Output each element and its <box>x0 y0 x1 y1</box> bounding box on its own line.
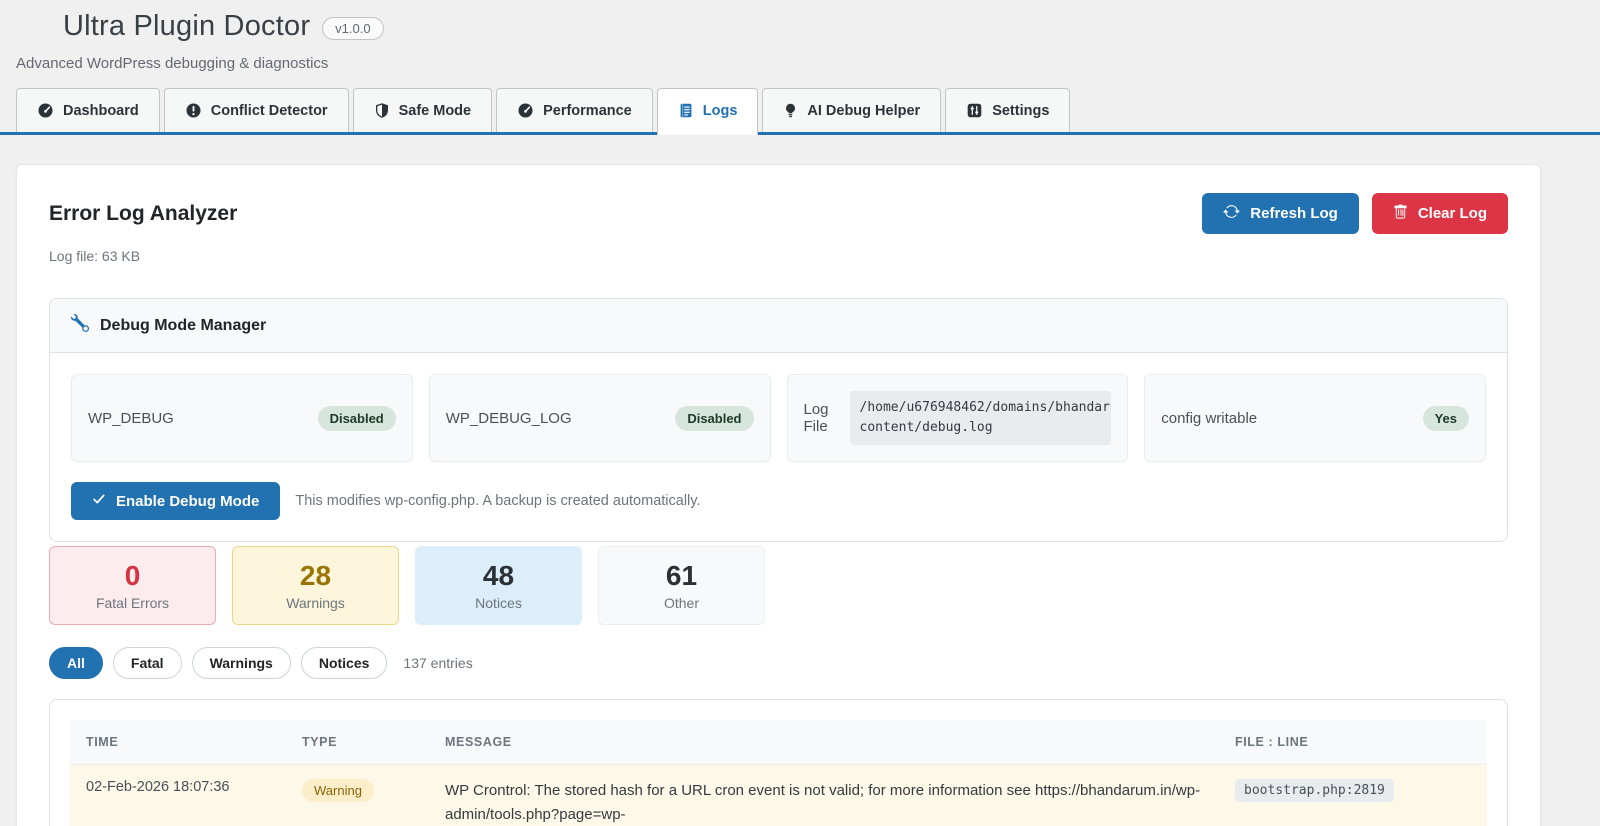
stat-card-warnings: 28 Warnings <box>232 546 399 626</box>
stat-value: 0 <box>124 560 141 592</box>
shield-icon <box>374 102 390 119</box>
column-header-message: MESSAGE <box>429 720 1219 765</box>
log-time: 02-Feb-2026 18:07:36 <box>70 764 286 826</box>
entries-count: 137 entries <box>403 655 473 672</box>
tab-label: Safe Mode <box>398 102 472 119</box>
stat-cards: 0 Fatal Errors 28 Warnings 48 Notices 61 Other <box>49 546 1508 626</box>
log-actions: Refresh Log Clear Log <box>1202 193 1508 234</box>
tab-label: Dashboard <box>63 102 139 119</box>
clear-log-label: Clear Log <box>1417 205 1487 222</box>
log-type-badge: Warning <box>302 779 374 803</box>
log-file-size: Log file: 63 KB <box>49 248 141 264</box>
journal-icon <box>678 102 694 119</box>
filter-pill-warnings[interactable]: Warnings <box>191 647 291 680</box>
enable-debug-label: Enable Debug Mode <box>116 492 260 510</box>
debug-item-wp-debug-log: WP_DEBUG_LOG Disabled <box>428 374 771 463</box>
stat-label: Other <box>663 595 699 612</box>
trash-icon <box>1393 204 1408 224</box>
sliders-icon <box>966 102 983 119</box>
wrench-icon <box>71 313 89 337</box>
tab-label: Conflict Detector <box>210 102 328 119</box>
log-file-line: bootstrap.php:2819 <box>1235 779 1394 803</box>
log-message: WP Crontrol: The stored hash for a URL c… <box>429 764 1219 826</box>
version-badge: v1.0.0 <box>322 17 384 40</box>
check-icon <box>92 492 106 510</box>
tab-label: AI Debug Helper <box>807 102 921 119</box>
tab-settings[interactable]: Settings <box>945 88 1071 132</box>
refresh-log-label: Refresh Log <box>1250 205 1338 222</box>
debug-note: This modifies wp-config.php. A backup is… <box>295 493 701 510</box>
tab-ai-debug-helper[interactable]: AI Debug Helper <box>762 88 942 132</box>
plugin-header: Ultra Plugin Doctor v1.0.0 Advanced Word… <box>0 0 1600 72</box>
refresh-log-button[interactable]: Refresh Log <box>1202 193 1359 234</box>
status-badge: Yes <box>1422 405 1469 431</box>
section-title: Error Log Analyzer <box>49 201 238 225</box>
filter-pill-fatal[interactable]: Fatal <box>112 647 182 680</box>
status-badge: Disabled <box>675 405 754 431</box>
filter-pill-notices[interactable]: Notices <box>300 647 388 680</box>
clear-log-button[interactable]: Clear Log <box>1371 193 1508 234</box>
stat-label: Warnings <box>286 595 345 612</box>
stat-value: 28 <box>299 560 332 592</box>
debug-item-wp-debug: WP_DEBUG Disabled <box>71 374 413 463</box>
tab-conflict-detector[interactable]: Conflict Detector <box>163 88 349 132</box>
page: Ultra Plugin Doctor v1.0.0 Advanced Word… <box>0 0 1600 826</box>
lightbulb-icon <box>783 102 798 119</box>
tab-label: Logs <box>702 102 738 119</box>
debug-item-label: WP_DEBUG_LOG <box>445 409 572 427</box>
debug-item-label: config writable <box>1161 409 1258 427</box>
alert-circle-icon <box>185 102 202 119</box>
debug-item-label: WP_DEBUG <box>88 409 174 427</box>
debug-status-cards: WP_DEBUG Disabled WP_DEBUG_LOG Disabled Log … <box>71 374 1486 463</box>
tab-logs[interactable]: Logs <box>656 88 759 135</box>
debug-item-log-file: Log File/home/u676948462/domains/bhandar… <box>786 374 1129 463</box>
tab-label: Settings <box>992 102 1050 119</box>
log-table-card: TIME TYPE MESSAGE FILE : LINE 02-Feb-2026 1… <box>49 699 1508 826</box>
tab-safe-mode[interactable]: Safe Mode <box>352 88 493 132</box>
column-header-file-line: FILE : LINE <box>1219 720 1487 765</box>
stat-card-other: 61 Other <box>598 546 765 626</box>
debug-item-config-writable: config writable Yes <box>1144 374 1486 463</box>
gauge-icon <box>517 102 534 119</box>
column-header-type: TYPE <box>286 720 429 765</box>
stat-card-fatal-errors: 0 Fatal Errors <box>49 546 216 626</box>
stat-label: Notices <box>475 595 522 612</box>
column-header-time: TIME <box>70 720 286 765</box>
enable-debug-button[interactable]: Enable Debug Mode <box>71 482 281 521</box>
log-row: 02-Feb-2026 18:07:36 Warning WP Crontrol: … <box>70 764 1487 826</box>
log-table: TIME TYPE MESSAGE FILE : LINE 02-Feb-2026 1… <box>70 720 1487 826</box>
filter-pill-all[interactable]: All <box>49 647 103 680</box>
tab-performance[interactable]: Performance <box>496 88 653 132</box>
debug-item-label: Log File <box>803 401 829 436</box>
main-panel: Error Log Analyzer Refresh Log Clear Log… <box>16 164 1541 826</box>
filter-bar: All Fatal Warnings Notices 137 entries <box>49 647 1508 680</box>
tab-bar: Dashboard Conflict Detector Safe Mode Perfo… <box>0 88 1600 135</box>
gauge-icon <box>37 102 54 119</box>
page-subtitle: Advanced WordPress debugging & diagnosti… <box>16 55 329 72</box>
log-file-path: /home/u676948462/domains/bhandarum.in/pu… <box>849 391 1112 446</box>
stat-card-notices: 48 Notices <box>415 546 582 626</box>
debug-mode-manager: Debug Mode Manager WP_DEBUG Disabled WP_DE… <box>49 298 1508 543</box>
status-badge: Disabled <box>317 405 396 431</box>
stat-value: 61 <box>665 560 698 592</box>
stat-value: 48 <box>482 560 515 592</box>
stat-label: Fatal Errors <box>95 595 170 612</box>
refresh-icon <box>1223 203 1240 224</box>
tab-dashboard[interactable]: Dashboard <box>16 88 160 132</box>
page-title: Ultra Plugin Doctor <box>63 10 311 42</box>
tab-label: Performance <box>543 102 632 119</box>
debug-manager-title: Debug Mode Manager <box>100 316 267 334</box>
